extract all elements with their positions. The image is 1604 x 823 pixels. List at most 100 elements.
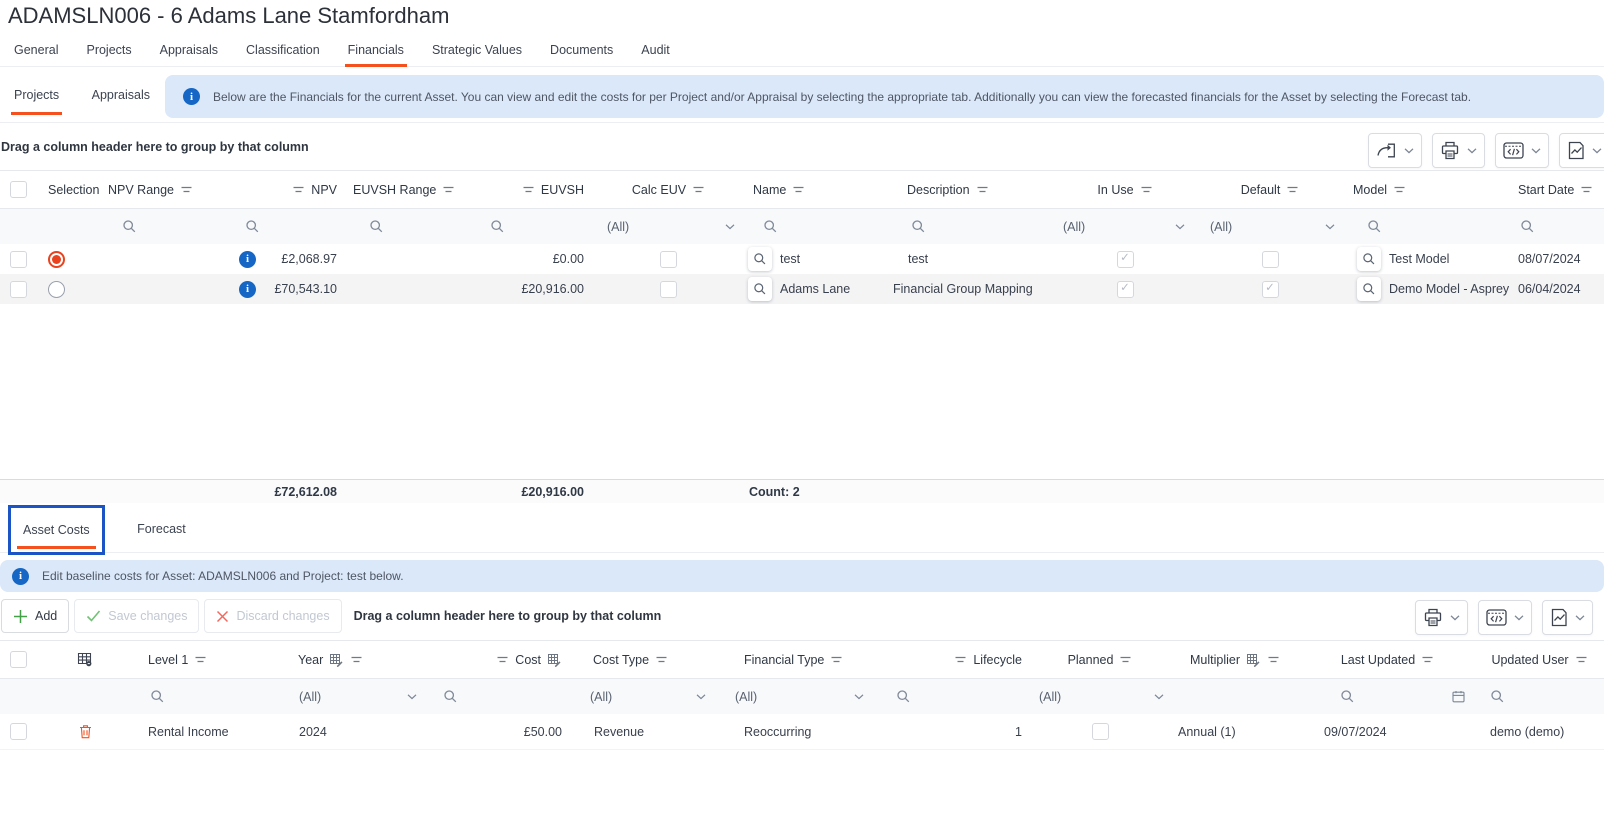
col-level1[interactable]: Level 1 xyxy=(130,641,285,679)
col-npv-range[interactable]: NPV Range xyxy=(100,171,235,209)
name-lookup-button[interactable] xyxy=(748,247,772,271)
col-npv[interactable]: NPV xyxy=(235,171,345,209)
calendar-icon[interactable] xyxy=(1452,690,1465,703)
filter-npv-range[interactable] xyxy=(100,209,235,245)
col-year[interactable]: Year xyxy=(285,641,435,679)
col-euvsh-range[interactable]: EUVSH Range xyxy=(345,171,480,209)
filter-icon[interactable] xyxy=(830,655,843,664)
select-all-checkbox[interactable] xyxy=(10,651,27,668)
filter-icon[interactable] xyxy=(180,185,193,194)
filter-name[interactable] xyxy=(745,209,885,245)
filter-updated-user[interactable] xyxy=(1475,679,1604,715)
col-selection[interactable]: Selection xyxy=(40,171,100,209)
row-checkbox[interactable] xyxy=(10,281,27,298)
filter-in-use[interactable]: (All) xyxy=(1055,209,1195,245)
export-code-button[interactable] xyxy=(1495,133,1549,168)
filter-icon[interactable] xyxy=(1393,185,1406,194)
table-row[interactable]: i£70,543.10 £20,916.00 Adams Lane Financ… xyxy=(0,274,1604,304)
filter-level1[interactable] xyxy=(130,679,285,715)
export-chart-button[interactable] xyxy=(1542,600,1593,635)
model-lookup-button[interactable] xyxy=(1357,277,1381,301)
filter-icon[interactable] xyxy=(350,655,363,664)
col-calc-euv[interactable]: Calc EUV xyxy=(592,171,745,209)
col-name[interactable]: Name xyxy=(745,171,885,209)
filter-cost-type[interactable]: (All) xyxy=(570,679,720,715)
col-default[interactable]: Default xyxy=(1195,171,1345,209)
filter-start-date[interactable] xyxy=(1510,209,1604,245)
npv-info-icon[interactable]: i xyxy=(239,281,256,298)
col-financial-type[interactable]: Financial Type xyxy=(720,641,870,679)
filter-icon[interactable] xyxy=(1119,655,1132,664)
chevron-down-icon[interactable] xyxy=(1450,615,1460,621)
chevron-down-icon[interactable] xyxy=(1325,224,1335,230)
filter-description[interactable] xyxy=(885,209,1055,245)
col-updated-user[interactable]: Updated User xyxy=(1475,641,1604,679)
default-checkbox[interactable] xyxy=(1262,251,1279,268)
in-use-checkbox[interactable]: ✓ xyxy=(1117,251,1134,268)
tab-appraisals[interactable]: Appraisals xyxy=(146,36,232,66)
chevron-down-icon[interactable] xyxy=(1467,148,1477,154)
tab-general[interactable]: General xyxy=(0,36,72,66)
filter-euvsh[interactable] xyxy=(480,209,592,245)
row-checkbox[interactable] xyxy=(10,251,27,268)
filter-planned[interactable]: (All) xyxy=(1030,679,1170,715)
discard-changes-button[interactable]: Discard changes xyxy=(204,599,341,633)
chevron-down-icon[interactable] xyxy=(1514,615,1524,621)
chevron-down-icon[interactable] xyxy=(1175,224,1185,230)
selection-radio[interactable] xyxy=(48,281,65,298)
tab-documents[interactable]: Documents xyxy=(536,36,627,66)
table-row[interactable]: i£2,068.97 £0.00 test test ✓ Test Model … xyxy=(0,244,1604,274)
chevron-down-icon[interactable] xyxy=(1154,694,1164,700)
tab-projects[interactable]: Projects xyxy=(72,36,145,66)
filter-cost[interactable] xyxy=(435,679,570,715)
grid-edit-icon[interactable] xyxy=(1246,653,1261,667)
filter-default[interactable]: (All) xyxy=(1195,209,1345,245)
col-euvsh[interactable]: EUVSH xyxy=(480,171,592,209)
filter-npv[interactable] xyxy=(235,209,345,245)
delete-row-icon[interactable] xyxy=(79,724,92,739)
col-lifecycle[interactable]: Lifecycle xyxy=(870,641,1030,679)
chevron-down-icon[interactable] xyxy=(854,694,864,700)
chevron-down-icon[interactable] xyxy=(407,694,417,700)
chevron-down-icon[interactable] xyxy=(1531,148,1541,154)
model-lookup-button[interactable] xyxy=(1357,247,1381,271)
export-button[interactable] xyxy=(1368,133,1422,168)
subtab-appraisals[interactable]: Appraisals xyxy=(78,70,164,120)
filter-icon[interactable] xyxy=(655,655,668,664)
chevron-down-icon[interactable] xyxy=(1575,615,1585,621)
export-code-button[interactable] xyxy=(1478,600,1532,635)
filter-icon[interactable] xyxy=(496,655,509,664)
filter-icon[interactable] xyxy=(976,185,989,194)
subtab-projects[interactable]: Projects xyxy=(0,70,73,120)
filter-icon[interactable] xyxy=(1140,185,1153,194)
planned-checkbox[interactable] xyxy=(1092,723,1109,740)
filter-calc-euv[interactable]: (All) xyxy=(592,209,745,245)
chevron-down-icon[interactable] xyxy=(696,694,706,700)
table-row[interactable]: Rental Income 2024 £50.00 Revenue Reoccu… xyxy=(0,714,1604,750)
filter-model[interactable] xyxy=(1345,209,1510,245)
grid-edit-icon[interactable] xyxy=(547,653,562,667)
save-changes-button[interactable]: Save changes xyxy=(74,599,199,633)
npv-info-icon[interactable]: i xyxy=(239,251,256,268)
col-planned[interactable]: Planned xyxy=(1030,641,1170,679)
chevron-down-icon[interactable] xyxy=(1404,148,1414,154)
filter-icon[interactable] xyxy=(292,185,305,194)
tab-strategic-values[interactable]: Strategic Values xyxy=(418,36,536,66)
col-description[interactable]: Description xyxy=(885,171,1055,209)
filter-icon[interactable] xyxy=(792,185,805,194)
filter-icon[interactable] xyxy=(1580,185,1593,194)
grid-edit-icon[interactable] xyxy=(329,653,344,667)
filter-icon[interactable] xyxy=(1421,655,1434,664)
filter-multiplier[interactable] xyxy=(1170,679,1300,715)
calc-euv-checkbox[interactable] xyxy=(660,251,677,268)
filter-icon[interactable] xyxy=(1575,655,1588,664)
table-settings-icon[interactable] xyxy=(77,652,93,667)
default-checkbox[interactable]: ✓ xyxy=(1262,281,1279,298)
filter-last-updated[interactable] xyxy=(1300,679,1475,715)
filter-euvsh-range[interactable] xyxy=(345,209,480,245)
filter-icon[interactable] xyxy=(194,655,207,664)
chevron-down-icon[interactable] xyxy=(725,224,735,230)
name-lookup-button[interactable] xyxy=(748,277,772,301)
print-button[interactable] xyxy=(1432,133,1485,168)
filter-icon[interactable] xyxy=(954,655,967,664)
